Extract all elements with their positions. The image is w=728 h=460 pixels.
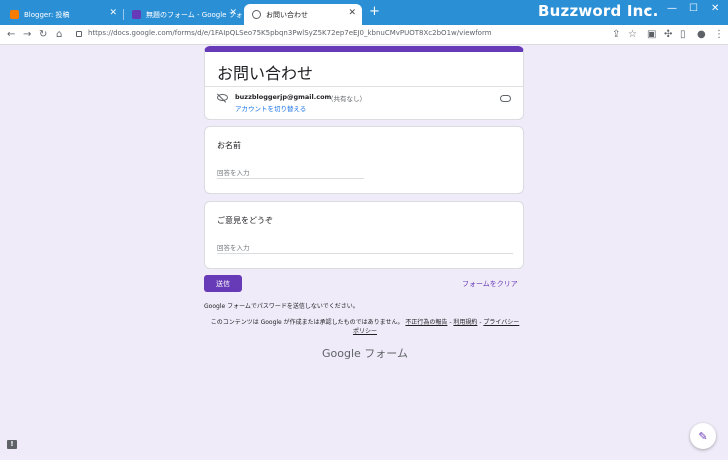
- window-brand: Buzzword Inc.: [538, 2, 659, 20]
- back-icon[interactable]: ←: [7, 28, 15, 42]
- tab-label: 無題のフォーム - Google フォーム: [146, 10, 243, 19]
- report-abuse-link[interactable]: 不正行為の報告: [405, 319, 447, 326]
- blogger-icon: [10, 10, 19, 19]
- google-forms-logo[interactable]: Google フォーム: [322, 345, 408, 361]
- edit-pencil-icon[interactable]: ✎: [690, 423, 716, 449]
- forward-icon[interactable]: →: [23, 28, 31, 42]
- close-window-icon[interactable]: ✕: [711, 3, 719, 14]
- tab-label: Blogger: 投稿: [24, 10, 70, 19]
- browser-titlebar: Blogger: 投稿 ✕ 無題のフォーム - Google フォーム ✕ お問…: [0, 0, 728, 25]
- switch-account-link[interactable]: アカウントを切り替える: [235, 103, 306, 113]
- account-row: buzzbloggerjp@gmail.com （共有なし） アカウントを切り替…: [205, 86, 523, 120]
- tab-label: お問い合わせ: [266, 10, 308, 19]
- close-tab-icon[interactable]: ✕: [229, 9, 237, 18]
- eye-off-icon: [217, 94, 228, 101]
- sidepanel-icon[interactable]: ▯: [680, 28, 686, 42]
- maximize-icon[interactable]: ☐: [689, 3, 698, 14]
- close-tab-icon[interactable]: ✕: [348, 9, 356, 18]
- extension-icon[interactable]: ▣: [647, 28, 656, 42]
- menu-icon[interactable]: ⋮: [714, 28, 724, 42]
- tab-blogger[interactable]: Blogger: 投稿 ✕: [2, 4, 124, 25]
- reload-icon[interactable]: ↻: [39, 28, 47, 42]
- cloud-icon: [500, 95, 511, 102]
- question-title: お名前: [217, 141, 241, 150]
- tab-contact[interactable]: お問い合わせ ✕: [244, 4, 362, 25]
- chevron-down-icon[interactable]: ⌄: [644, 3, 652, 14]
- report-icon[interactable]: !: [7, 440, 17, 449]
- disclaimer: このコンテンツは Google が作成または承認したものではありません。 不正行…: [210, 319, 520, 335]
- puzzle-icon[interactable]: ✣: [664, 28, 672, 42]
- profile-icon[interactable]: ●: [697, 28, 706, 42]
- globe-icon: [252, 10, 261, 19]
- new-tab-button[interactable]: +: [369, 5, 380, 18]
- account-email: buzzbloggerjp@gmail.com: [235, 93, 332, 101]
- submit-button[interactable]: 送信: [204, 275, 242, 292]
- share-icon[interactable]: ⇪: [612, 28, 620, 42]
- password-warning: Google フォームでパスワードを送信しないでください。: [204, 303, 359, 310]
- share-status: （共有なし）: [327, 95, 366, 103]
- minimize-icon[interactable]: —: [667, 3, 677, 14]
- question-card-name: お名前 回答を入力: [204, 126, 524, 194]
- disclaimer-text: このコンテンツは Google が作成または承認したものではありません。: [210, 319, 404, 326]
- question-card-feedback: ご意見をどうぞ 回答を入力: [204, 201, 524, 269]
- address-bar[interactable]: https://docs.google.com/forms/d/e/1FAIpQ…: [88, 29, 492, 37]
- close-tab-icon[interactable]: ✕: [109, 9, 117, 18]
- answer-input[interactable]: 回答を入力: [217, 167, 364, 179]
- terms-link[interactable]: 利用規約: [453, 319, 477, 326]
- answer-input[interactable]: 回答を入力: [217, 242, 513, 254]
- clear-form-button[interactable]: フォームをクリア: [462, 279, 518, 289]
- lock-icon[interactable]: [76, 31, 82, 37]
- home-icon[interactable]: ⌂: [56, 28, 62, 42]
- bookmark-star-icon[interactable]: ☆: [628, 28, 637, 42]
- forms-icon: [132, 10, 141, 19]
- tab-google-forms[interactable]: 無題のフォーム - Google フォーム ✕: [124, 4, 243, 25]
- form-title: お問い合わせ: [217, 64, 314, 83]
- form-header-card: お問い合わせ buzzbloggerjp@gmail.com （共有なし） アカ…: [204, 46, 524, 120]
- browser-toolbar: ← → ↻ ⌂ https://docs.google.com/forms/d/…: [0, 25, 728, 45]
- question-title: ご意見をどうぞ: [217, 216, 273, 225]
